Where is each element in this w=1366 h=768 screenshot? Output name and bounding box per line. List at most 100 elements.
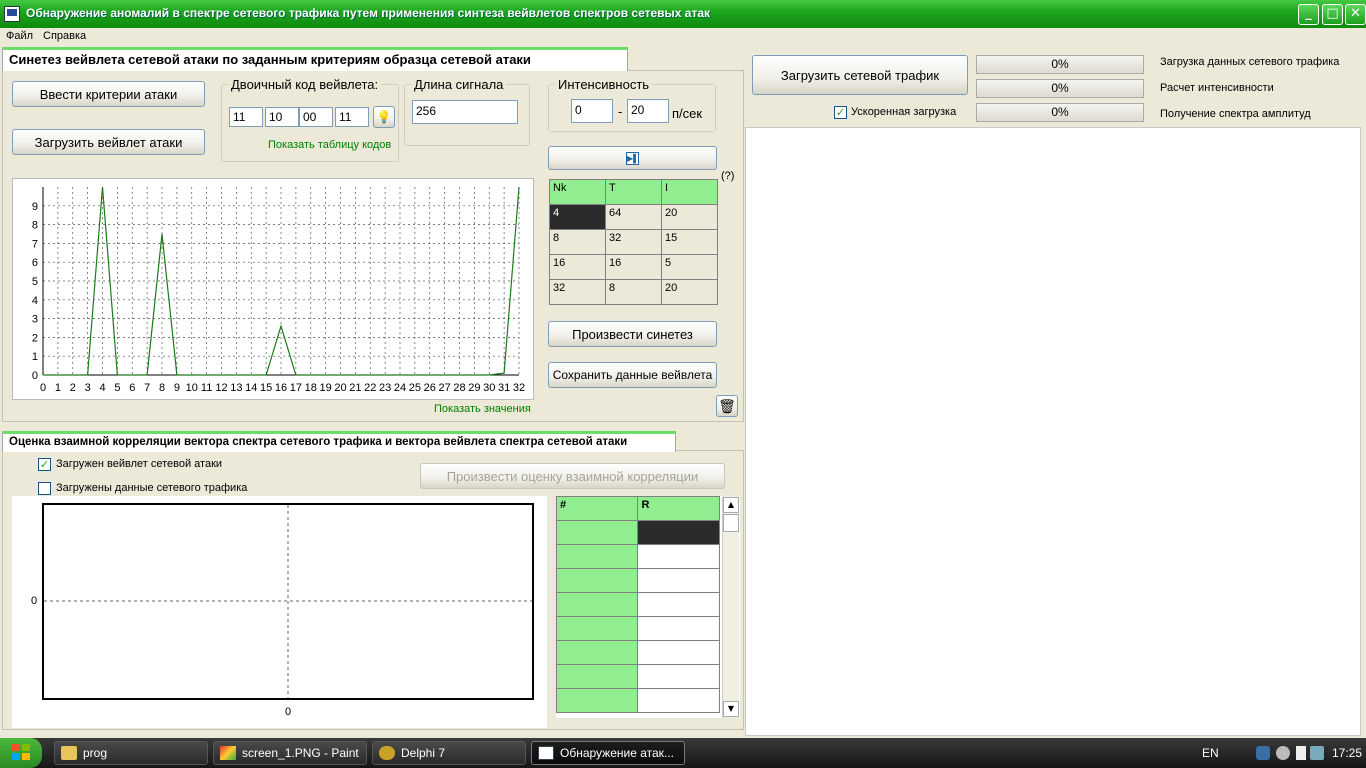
intensity-unit: п/сек: [672, 106, 703, 121]
x-tick-label: 21: [349, 382, 361, 394]
scroll-thumb[interactable]: [723, 514, 739, 532]
load-traffic-button[interactable]: Загрузить сетевой трафик: [752, 55, 968, 95]
synthesize-button[interactable]: Произвести синетез: [548, 321, 717, 347]
x-tick-label: 7: [144, 382, 150, 394]
table-cell[interactable]: 4: [549, 204, 606, 230]
taskbar-item-prog[interactable]: prog: [54, 741, 208, 765]
table-cell[interactable]: 20: [661, 279, 718, 305]
taskbar-item-app[interactable]: Обнаружение атак...: [531, 741, 685, 765]
play-next-icon[interactable]: ▶▌: [626, 151, 639, 165]
maximize-button[interactable]: □: [1322, 4, 1343, 25]
x-tick-label: 31: [498, 382, 510, 394]
folder-icon: [61, 746, 77, 760]
table-cell[interactable]: 15: [661, 229, 718, 255]
help-mark[interactable]: (?): [721, 170, 734, 182]
network-icon[interactable]: [1256, 746, 1270, 760]
table-row[interactable]: [556, 616, 720, 641]
x-tick-label: 15: [260, 382, 272, 394]
table-cell[interactable]: 64: [605, 204, 662, 230]
x-tick-label: 3: [85, 382, 91, 394]
y-tick-label: 5: [32, 276, 38, 288]
signal-length-input[interactable]: 256: [412, 100, 518, 124]
table-row[interactable]: [556, 544, 720, 569]
table-cell[interactable]: 16: [549, 254, 606, 280]
trash-icon[interactable]: 🗑: [716, 395, 738, 417]
show-codes-link[interactable]: Показать таблицу кодов: [268, 139, 391, 151]
save-wavelet-button[interactable]: Сохранить данные вейвлета: [548, 362, 717, 388]
table-row[interactable]: 4 64 20: [549, 204, 718, 230]
table-row[interactable]: [556, 664, 720, 689]
load-wavelet-button[interactable]: Загрузить вейвлет атаки: [12, 129, 205, 155]
clock: 17:25: [1332, 746, 1363, 760]
table-cell[interactable]: 5: [661, 254, 718, 280]
table-row[interactable]: 32 8 20: [549, 279, 718, 305]
code-field-2[interactable]: 10: [265, 107, 299, 127]
x-tick-label: 1: [55, 382, 61, 394]
table-row[interactable]: [556, 640, 720, 665]
table-cell[interactable]: 32: [549, 279, 606, 305]
tab-synthesis[interactable]: Синетез вейвлета сетевой атаки по заданн…: [2, 47, 628, 71]
lightbulb-icon[interactable]: 💡: [373, 106, 395, 128]
menu-file[interactable]: Файл: [6, 30, 33, 42]
correlation-table-container: # R ▲ ▼: [556, 496, 740, 718]
table-row[interactable]: [556, 688, 720, 713]
code-field-4[interactable]: 11: [335, 107, 369, 127]
intensity-from-input[interactable]: 0: [571, 99, 613, 123]
fast-load-checkbox[interactable]: ✓: [834, 106, 847, 119]
wavelet-loaded-checkbox[interactable]: ✓: [38, 458, 51, 471]
intensity-to-input[interactable]: 20: [627, 99, 669, 123]
table-row[interactable]: 16 16 5: [549, 254, 718, 280]
y-tick-label: 3: [32, 314, 38, 326]
x-tick-label: 13: [230, 382, 242, 394]
taskbar-item-delphi[interactable]: Delphi 7: [372, 741, 526, 765]
progress-label-intensity: Расчет интенсивности: [1160, 82, 1274, 94]
table-cell[interactable]: 16: [605, 254, 662, 280]
delphi-icon: [379, 746, 395, 760]
table-cell[interactable]: 20: [661, 204, 718, 230]
start-button[interactable]: [0, 738, 42, 768]
tray-icon[interactable]: [1310, 746, 1324, 760]
language-indicator[interactable]: EN: [1202, 746, 1219, 760]
table-cell[interactable]: 32: [605, 229, 662, 255]
table-row[interactable]: [556, 592, 720, 617]
table-cell[interactable]: 8: [549, 229, 606, 255]
x-tick-label: 0: [40, 382, 46, 394]
code-field-3[interactable]: 00: [299, 107, 333, 127]
minimize-button[interactable]: _: [1298, 4, 1319, 25]
x-tick-label: 24: [394, 382, 406, 394]
menu-help[interactable]: Справка: [43, 30, 86, 42]
scroll-up-button[interactable]: ▲: [723, 497, 739, 513]
device-icon[interactable]: [1296, 746, 1306, 760]
taskbar-item-paint[interactable]: screen_1.PNG - Paint: [213, 741, 367, 765]
x-tick-label: 30: [483, 382, 495, 394]
windows-logo-icon: [12, 744, 30, 760]
code-field-1[interactable]: 11: [229, 107, 263, 127]
tab-correlation[interactable]: Оценка взаимной корреляции вектора спект…: [2, 431, 676, 452]
x-tick-label: 4: [99, 382, 105, 394]
table-row[interactable]: 8 32 15: [549, 229, 718, 255]
taskbar: prog screen_1.PNG - Paint Delphi 7 Обнар…: [0, 738, 1366, 768]
table-row[interactable]: [556, 520, 720, 545]
evaluate-correlation-button[interactable]: Произвести оценку взаимной корреляции: [420, 463, 725, 489]
table-cell[interactable]: 8: [605, 279, 662, 305]
table-row[interactable]: [556, 568, 720, 593]
corr-scrollbar[interactable]: ▲ ▼: [722, 496, 739, 718]
enter-criteria-button[interactable]: Ввести критерии атаки: [12, 81, 205, 107]
y-tick-label: 4: [32, 295, 38, 307]
signal-length-legend: Длина сигнала: [411, 77, 507, 92]
window-title: Обнаружение аномалий в спектре сетевого …: [26, 6, 711, 20]
x-tick-label: 23: [379, 382, 391, 394]
title-bar[interactable]: Обнаружение аномалий в спектре сетевого …: [0, 0, 1366, 28]
x-tick-label: 20: [334, 382, 346, 394]
volume-icon[interactable]: [1276, 746, 1290, 760]
traffic-loaded-checkbox[interactable]: [38, 482, 51, 495]
scroll-down-button[interactable]: ▼: [723, 701, 739, 717]
x-tick-label: 18: [305, 382, 317, 394]
x-tick-label: 19: [320, 382, 332, 394]
close-button[interactable]: ✕: [1345, 4, 1366, 25]
wavelet-chart-area: 0 1 2 3 4 5 6 7 8 9 10 11 12 13 14 15 16 17 18 19 20 21 22 23 24…: [12, 178, 534, 400]
y-tick-label: 2: [32, 332, 38, 344]
correlation-chart-area: [12, 496, 547, 728]
x-tick-label: 16: [275, 382, 287, 394]
show-values-link[interactable]: Показать значения: [434, 403, 531, 415]
